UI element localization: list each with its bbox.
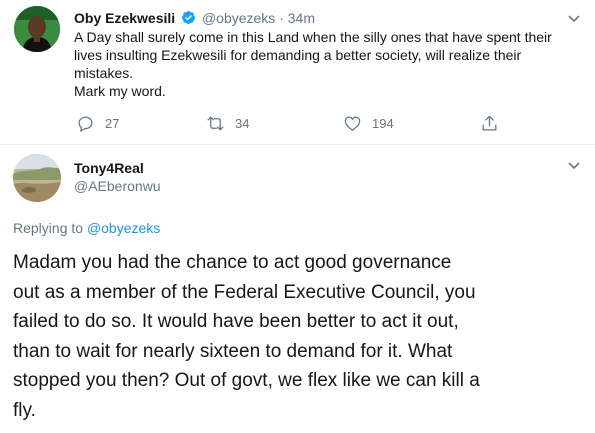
share-icon <box>482 115 497 131</box>
replying-to-handle[interactable]: @obyezeks <box>87 220 160 236</box>
reply-text-line: stopped you then? Out of govt, we flex l… <box>13 370 480 391</box>
tweet-text-line: A Day shall surely come in this Land whe… <box>74 29 552 45</box>
like-count: 194 <box>372 116 394 131</box>
chevron-down-icon[interactable] <box>566 157 582 173</box>
retweet-icon <box>207 116 224 131</box>
tweet-divider <box>0 144 595 145</box>
tweet-text-line: mistakes. <box>74 65 134 81</box>
tweet-time[interactable]: 34m <box>288 10 315 26</box>
verified-badge-icon <box>181 10 196 25</box>
reply-text-line: out as a member of the Federal Executive… <box>13 281 476 303</box>
author-avatar[interactable] <box>14 6 60 52</box>
reply-author-name[interactable]: Tony4Real <box>74 159 144 177</box>
author-name[interactable]: Oby Ezekwesili <box>74 10 175 26</box>
reply-author-handle[interactable]: @AEberonwu <box>74 177 161 195</box>
replying-to: Replying to @obyezeks <box>13 219 160 237</box>
reply-author-avatar[interactable] <box>13 154 61 202</box>
avatar-photo <box>13 154 61 202</box>
author-handle[interactable]: @obyezeks <box>202 10 275 26</box>
like-icon <box>344 116 361 131</box>
reply-text-line: failed to do so. It would have been bett… <box>13 311 459 332</box>
share-button[interactable] <box>480 114 499 133</box>
reply-text-line: fly. <box>13 399 36 421</box>
reply-button[interactable]: 27 <box>76 114 119 133</box>
separator-dot: · <box>279 10 284 26</box>
tweet-text-line: Mark my word. <box>74 83 166 99</box>
like-button[interactable]: 194 <box>343 114 394 133</box>
reply-text: Madam you had the chance to act good gov… <box>13 248 480 425</box>
retweet-count: 34 <box>235 116 250 131</box>
reply-icon <box>78 116 93 132</box>
chevron-down-icon[interactable] <box>566 10 582 26</box>
avatar-photo <box>14 6 60 52</box>
tweet-text: A Day shall surely come in this Land whe… <box>74 28 552 100</box>
reply-text-line: Madam you had the chance to act good gov… <box>13 252 452 273</box>
tweet-header: Oby Ezekwesili @obyezeks · 34m <box>74 9 315 27</box>
replying-to-label: Replying to <box>13 220 84 236</box>
reply-count: 27 <box>105 116 120 131</box>
retweet-button[interactable]: 34 <box>206 114 249 133</box>
reply-text-line: than to wait for nearly sixteen to deman… <box>13 340 453 362</box>
tweet-text-line: lives insulting Ezekwesili for demanding… <box>74 47 522 63</box>
